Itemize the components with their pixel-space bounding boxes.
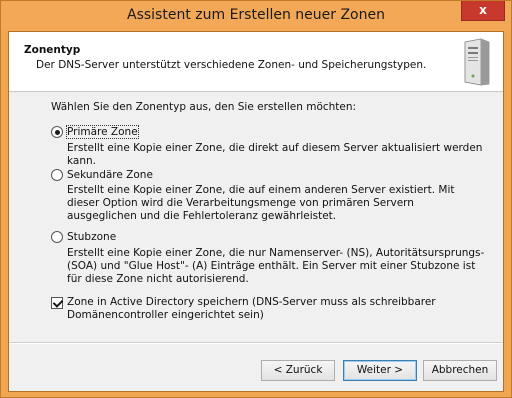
- cancel-button[interactable]: Abbrechen: [423, 360, 497, 381]
- radio-button-secondary[interactable]: [51, 169, 63, 181]
- wizard-window: Assistent zum Erstellen neuer Zonen x Zo…: [0, 0, 512, 398]
- radio-label-primary[interactable]: Primäre Zone: [66, 125, 139, 139]
- radio-button-primary[interactable]: [51, 126, 63, 138]
- radio-secondary-zone[interactable]: Sekundäre Zone: [51, 168, 153, 182]
- radio-primary-zone[interactable]: Primäre Zone: [51, 125, 139, 139]
- close-button[interactable]: x: [461, 1, 505, 21]
- desc-primary-zone: Erstellt eine Kopie einer Zone, die dire…: [67, 142, 483, 167]
- window-title: Assistent zum Erstellen neuer Zonen: [127, 7, 385, 23]
- radio-label-secondary[interactable]: Sekundäre Zone: [67, 169, 153, 181]
- title-bar[interactable]: Assistent zum Erstellen neuer Zonen x: [1, 1, 511, 31]
- close-icon: x: [479, 3, 487, 17]
- footer-divider-highlight: [9, 343, 503, 344]
- back-button[interactable]: < Zurück: [261, 360, 335, 381]
- wizard-header: Zonentyp Der DNS-Server unterstützt vers…: [9, 32, 503, 92]
- ad-integration-checkbox[interactable]: [51, 297, 63, 309]
- desc-secondary-zone: Erstellt eine Kopie einer Zone, die auf …: [67, 184, 455, 222]
- page-title: Zonentyp: [24, 44, 81, 56]
- radio-button-stub[interactable]: [51, 231, 63, 243]
- intro-text: Wählen Sie den Zonentyp aus, den Sie ers…: [51, 101, 357, 113]
- page-subtitle: Der DNS-Server unterstützt verschiedene …: [36, 59, 427, 71]
- desc-stub-zone: Erstellt eine Kopie einer Zone, die nur …: [67, 247, 485, 285]
- radio-label-stub[interactable]: Stubzone: [67, 231, 116, 243]
- radio-stub-zone[interactable]: Stubzone: [51, 230, 116, 244]
- next-button[interactable]: Weiter >: [343, 360, 417, 381]
- server-icon: [464, 38, 490, 86]
- ad-integration-label[interactable]: Zone in Active Directory speichern (DNS-…: [67, 296, 487, 322]
- wizard-client-area: Zonentyp Der DNS-Server unterstützt vers…: [8, 31, 504, 392]
- ad-integration-checkbox-row[interactable]: Zone in Active Directory speichern (DNS-…: [51, 296, 487, 322]
